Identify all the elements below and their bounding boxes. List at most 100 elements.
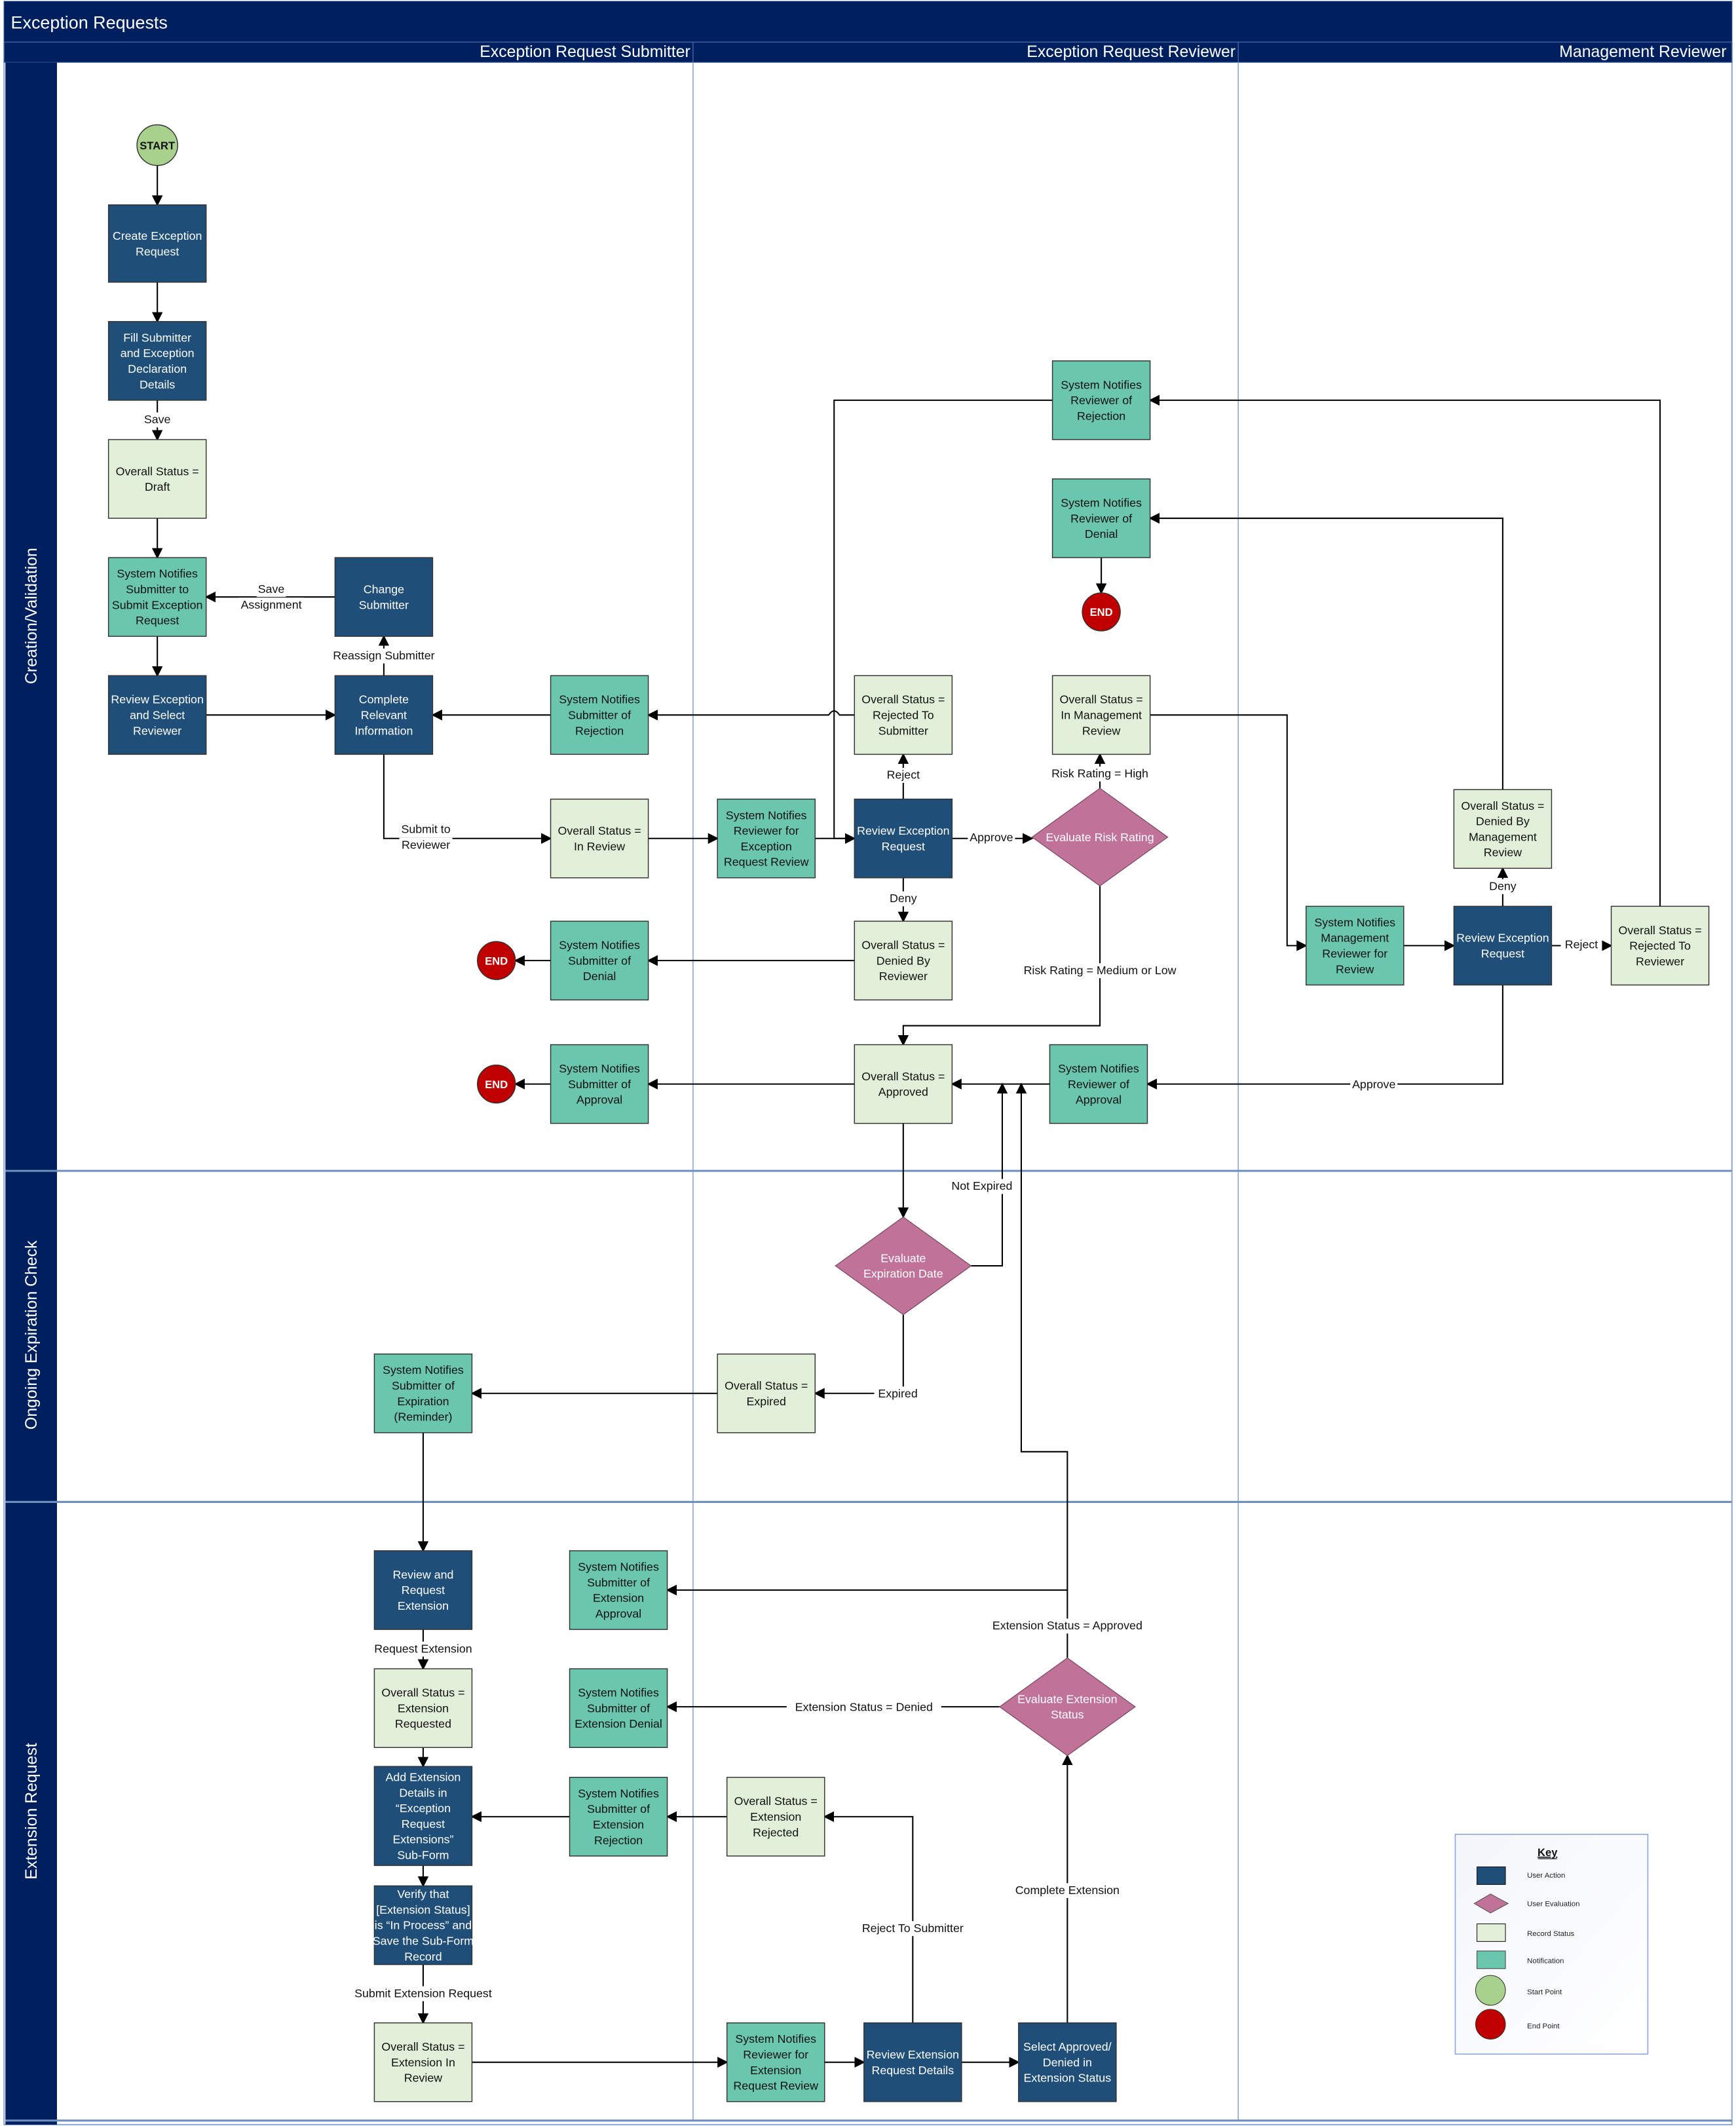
legend-label-record-status: Record Status — [1527, 1930, 1574, 1938]
node-sn-rev-denial[interactable]: System Notifies Reviewer of Denial — [1051, 478, 1151, 558]
node-label-line: Rejected — [753, 1826, 799, 1839]
edge-label-reject: Reject — [887, 769, 920, 782]
phase-label-creation: Creation/Validation — [23, 548, 41, 684]
node-ext-requested[interactable]: Overall Status = Extension Requested — [373, 1668, 473, 1748]
node-sn-rev-approval[interactable]: System Notifies Reviewer of Approval — [1049, 1044, 1148, 1124]
node-label-line: Reviewer — [133, 724, 181, 737]
node-sn-mgmt-review[interactable]: System Notifies Management Reviewer for Rev… — [1305, 905, 1405, 986]
node-select-ext-status[interactable]: Select Approved/Denied in Extension Statu… — [1018, 2022, 1117, 2102]
edge-label-deny: Deny — [890, 892, 917, 905]
status-shape — [550, 798, 649, 879]
node-in-mgmt-review[interactable]: Overall Status = In Management Review — [1051, 675, 1151, 755]
node-sn-rev-rejection[interactable]: System Notifies Reviewer of Rejection — [1051, 360, 1151, 440]
node-label-line: System Notifies — [578, 1561, 659, 1574]
node-label-line: System Notifies — [559, 939, 640, 952]
node-draft[interactable]: Overall Status = Draft — [107, 439, 207, 519]
node-mgmt-review-request[interactable]: Review Exception Request — [1453, 905, 1553, 986]
legend-label-start-point: Start Point — [1527, 1988, 1562, 1996]
node-label-line: Review Exception — [1456, 932, 1549, 945]
node-denied-by-mgmt[interactable]: Overall Status = Denied By Management Revie… — [1453, 789, 1553, 869]
edge-label-submit-to-reviewer: Submit to — [401, 822, 450, 835]
node-sn-sub-approval[interactable]: System Notifies Submitter of Approval — [550, 1044, 649, 1124]
node-label-line: Extension — [593, 1591, 644, 1604]
legend-swatch-record-status — [1477, 1923, 1506, 1942]
node-start[interactable]: START — [136, 124, 178, 166]
node-ext-in-review[interactable]: Overall Status = Extension In Review — [373, 2022, 473, 2102]
node-ext-rejected[interactable]: Overall Status = Extension Rejected — [726, 1777, 825, 1857]
node-sn-expiration[interactable]: System Notifies Submitter of Expiration (Re… — [373, 1353, 473, 1433]
node-label-line: Request — [882, 840, 925, 853]
node-label-line: Submitter — [359, 598, 409, 611]
status-shape — [107, 439, 207, 519]
phase-label-expiration: Ongoing Expiration Check — [23, 1240, 41, 1430]
node-label-line: Expiration — [397, 1395, 449, 1408]
node-label-line: Extension Denial — [575, 1717, 662, 1730]
node-label-line: Extension — [398, 1599, 449, 1612]
edge-label-reject-to-submitter: Reject To Submitter — [862, 1922, 964, 1935]
node-rejected-to-reviewer[interactable]: Overall Status = Rejected To Reviewer — [1610, 905, 1710, 986]
node-sn-rev-ext-review[interactable]: System Notifies Reviewer for Extension Requ… — [726, 2022, 825, 2102]
node-label-line: Rejection — [594, 1834, 643, 1847]
node-label-line: Reviewer for — [734, 824, 799, 837]
node-approved[interactable]: Overall Status = Approved — [854, 1044, 953, 1124]
node-create[interactable]: Create Exception Request — [107, 204, 207, 283]
node-label-line: Sub-Form — [397, 1849, 449, 1862]
node-label-line: System Notifies — [383, 1363, 464, 1376]
node-change-submitter[interactable]: Change Submitter — [334, 557, 434, 637]
node-label-line: Select Approved/ — [1023, 2040, 1112, 2053]
node-end-approval[interactable]: END — [477, 1064, 516, 1104]
node-denied-by-reviewer[interactable]: Overall Status = Denied By Reviewer — [854, 921, 953, 1000]
node-sn-sub-rejection[interactable]: System Notifies Submitter of Rejection — [550, 675, 649, 755]
node-label-line: Reviewer — [1636, 955, 1684, 968]
node-label-line: Expiration Date — [863, 1267, 943, 1280]
node-in-review[interactable]: Overall Status = In Review — [550, 798, 649, 879]
node-label-line: Extension — [398, 1701, 449, 1715]
node-review-ext-details[interactable]: Review Extension Request Details — [863, 2022, 962, 2102]
node-label-line: Record — [404, 1950, 442, 1963]
node-add-ext-details[interactable]: Add Extension Details in “Exception Request… — [373, 1766, 473, 1867]
edge-label-request-extension: Request Extension — [374, 1642, 472, 1655]
node-expired[interactable]: Overall Status = Expired — [717, 1353, 816, 1433]
node-label-line: Approval — [595, 1607, 641, 1620]
node-label-line: Overall Status = — [381, 2040, 464, 2053]
node-end-rev-denial[interactable]: END — [1082, 592, 1121, 632]
node-label-line: Submitter of — [587, 1701, 650, 1715]
node-label-line: In Management — [1061, 709, 1142, 722]
node-fill[interactable]: Fill Submitter and Exception Declaration De… — [107, 321, 207, 401]
node-sn-ext-rejection[interactable]: System Notifies Submitter of Extension Reje… — [569, 1777, 668, 1857]
node-label-line: Relevant — [361, 709, 407, 722]
node-end-denial[interactable]: END — [477, 941, 516, 980]
edge-label-submit-extension-request: Submit Extension Request — [354, 1986, 492, 2000]
node-sn-ext-denial[interactable]: System Notifies Submitter of Extension Den… — [569, 1668, 668, 1748]
node-label-line: System Notifies — [1314, 916, 1395, 929]
legend-label-end-point: End Point — [1527, 2022, 1560, 2030]
node-verify[interactable]: Verify that [Extension Status] is “In Proc… — [373, 1885, 474, 1965]
node-review-request[interactable]: Review Exception Request — [854, 798, 953, 879]
node-label-line: Rejection — [575, 724, 624, 737]
node-review-select[interactable]: Review Exception and Select Reviewer — [107, 675, 207, 755]
node-label-line: Review Exception — [857, 824, 949, 837]
node-sn-sub-denial[interactable]: System Notifies Submitter of Denial — [550, 921, 649, 1000]
edge-label-save-assignment: Assignment — [241, 598, 302, 611]
node-label-line: System Notifies — [578, 1686, 659, 1699]
node-rejected-to-submitter[interactable]: Overall Status = Rejected To Submitter — [854, 675, 953, 755]
node-sn-ext-approval[interactable]: System Notifies Submitter of Extension Appr… — [569, 1550, 668, 1630]
status-shape — [854, 1044, 953, 1124]
node-label-line: Request — [402, 1817, 445, 1831]
node-label-line: Review Exception — [111, 693, 203, 706]
node-complete-info[interactable]: Complete Relevant Information — [334, 675, 434, 755]
node-label-line: Create Exception — [113, 229, 202, 242]
node-label-line: Approval — [576, 1093, 622, 1107]
node-sn-rev-review[interactable]: System Notifies Reviewer for Exception Requ… — [717, 798, 816, 879]
node-sn-submit[interactable]: System Notifies Submitter to Submit Except… — [107, 557, 207, 637]
node-label-line: Overall Status = — [1461, 799, 1544, 812]
node-label-line: Overall Status = — [1619, 924, 1702, 937]
edge-label-ext-approved: Extension Status = Approved — [992, 1619, 1142, 1632]
node-review-request-ext[interactable]: Review and Request Extension — [373, 1550, 473, 1630]
node-label-line: Expired — [747, 1395, 786, 1408]
node-label-line: Overall Status = — [861, 693, 945, 706]
node-label-line: Review — [1336, 962, 1374, 976]
node-label-line: Draft — [145, 480, 170, 493]
node-label-line: Denied in — [1043, 2056, 1092, 2069]
node-label-line: Fill Submitter — [123, 331, 191, 344]
